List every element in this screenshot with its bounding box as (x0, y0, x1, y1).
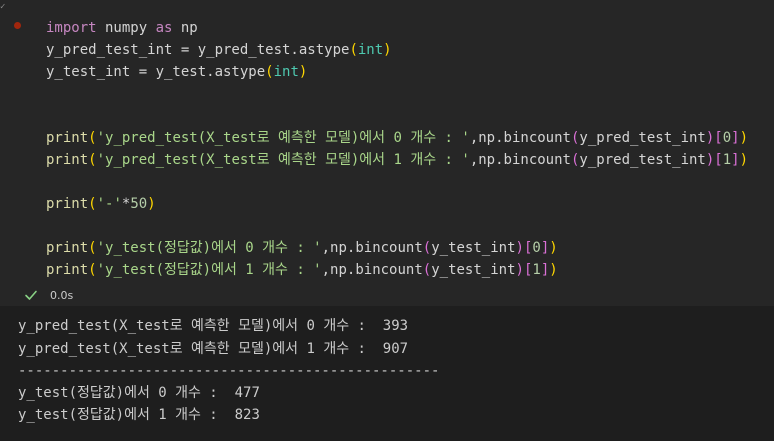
builtin-int: int (273, 64, 299, 80)
code-line-1[interactable]: import numpy as np (46, 17, 198, 39)
code-editor[interactable]: ✓ import numpy as np y_pred_test_int = y… (0, 0, 774, 306)
function-print: print (46, 240, 89, 256)
code-line-6[interactable]: print('-'*50) (46, 193, 156, 215)
argument: y_test_int (431, 240, 516, 256)
paren-close: ) (515, 240, 524, 256)
call-expr: ,np.bincount (321, 240, 423, 256)
breakpoint-dot-icon[interactable] (14, 22, 21, 29)
cell-output[interactable]: y_pred_test(X_test로 예측한 모델)에서 0 개수 : 393… (0, 306, 774, 441)
call-expr: ,np.bincount (321, 262, 423, 278)
builtin-int: int (357, 42, 384, 58)
paren-close: ) (147, 196, 156, 212)
paren-open: ( (422, 240, 432, 256)
paren-close: ) (383, 42, 392, 58)
string-literal: 'y_pred_test(X_test로 예측한 모델)에서 1 개수 : ' (96, 152, 470, 168)
call-expr: ,np.bincount (469, 152, 571, 168)
call-expr: ,np.bincount (469, 130, 571, 146)
code-line-4[interactable]: print('y_pred_test(X_test로 예측한 모델)에서 0 개… (46, 127, 748, 149)
paren-close: ) (739, 152, 749, 168)
bracket-close: ] (731, 152, 740, 168)
output-line: y_test(정답값)에서 0 개수 : 477 (18, 385, 260, 401)
output-separator: ----------------------------------------… (18, 363, 440, 379)
assignment-expr: y_test_int = y_test.astype (46, 64, 266, 80)
code-line-8[interactable]: print('y_test(정답값)에서 1 개수 : ',np.bincoun… (46, 259, 558, 281)
paren-close: ) (298, 64, 308, 80)
function-print: print (46, 262, 89, 278)
string-literal: 'y_test(정답값)에서 0 개수 : ' (96, 240, 322, 256)
paren-close: ) (549, 262, 558, 278)
notebook-cell: ✓ import numpy as np y_pred_test_int = y… (0, 0, 774, 441)
code-line-7[interactable]: print('y_test(정답값)에서 0 개수 : ',np.bincoun… (46, 237, 558, 259)
output-line: y_pred_test(X_test로 예측한 모델)에서 0 개수 : 393 (18, 318, 409, 334)
bracket-close: ] (540, 262, 550, 278)
code-line-3[interactable]: y_test_int = y_test.astype(int) (46, 61, 307, 83)
string-literal: 'y_test(정답값)에서 1 개수 : ' (96, 262, 322, 278)
paren-open: ( (422, 262, 432, 278)
paren-open: ( (88, 152, 97, 168)
bracket-close: ] (731, 130, 740, 146)
function-print: print (46, 130, 89, 146)
function-print: print (46, 152, 89, 168)
collapse-chevron-icon[interactable]: ✓ (0, 2, 5, 12)
execution-time: 0.0s (50, 289, 74, 302)
string-literal: 'y_pred_test(X_test로 예측한 모델)에서 0 개수 : ' (96, 130, 470, 146)
bracket-open: [ (714, 152, 723, 168)
output-line: y_test(정답값)에서 1 개수 : 823 (18, 407, 260, 423)
code-line-5[interactable]: print('y_pred_test(X_test로 예측한 모델)에서 1 개… (46, 149, 748, 171)
keyword-import: import (46, 20, 97, 36)
module-alias: np (172, 20, 198, 36)
paren-close: ) (549, 240, 558, 256)
index-number: 1 (722, 152, 732, 168)
index-number: 0 (532, 240, 541, 256)
function-print: print (46, 196, 89, 212)
paren-open: ( (265, 64, 274, 80)
argument: y_test_int (431, 262, 516, 278)
check-icon (25, 290, 37, 300)
bracket-close: ] (540, 240, 550, 256)
paren-open: ( (88, 196, 97, 212)
module-name: numpy (96, 20, 156, 36)
paren-close: ) (739, 130, 749, 146)
paren-open: ( (88, 130, 97, 146)
execution-status: 0.0s (0, 286, 774, 306)
string-literal: '-' (96, 196, 122, 212)
argument: y_pred_test_int (579, 130, 706, 146)
index-number: 0 (722, 130, 732, 146)
paren-open: ( (88, 240, 97, 256)
argument: y_pred_test_int (579, 152, 706, 168)
paren-open: ( (349, 42, 358, 58)
index-number: 1 (532, 262, 541, 278)
paren-open: ( (88, 262, 97, 278)
assignment-expr: y_pred_test_int = y_pred_test.astype (46, 42, 350, 58)
number-literal: 50 (130, 196, 148, 212)
keyword-as: as (155, 20, 173, 36)
code-line-2[interactable]: y_pred_test_int = y_pred_test.astype(int… (46, 39, 392, 61)
paren-close: ) (515, 262, 524, 278)
bracket-open: [ (714, 130, 723, 146)
output-line: y_pred_test(X_test로 예측한 모델)에서 1 개수 : 907 (18, 341, 409, 357)
